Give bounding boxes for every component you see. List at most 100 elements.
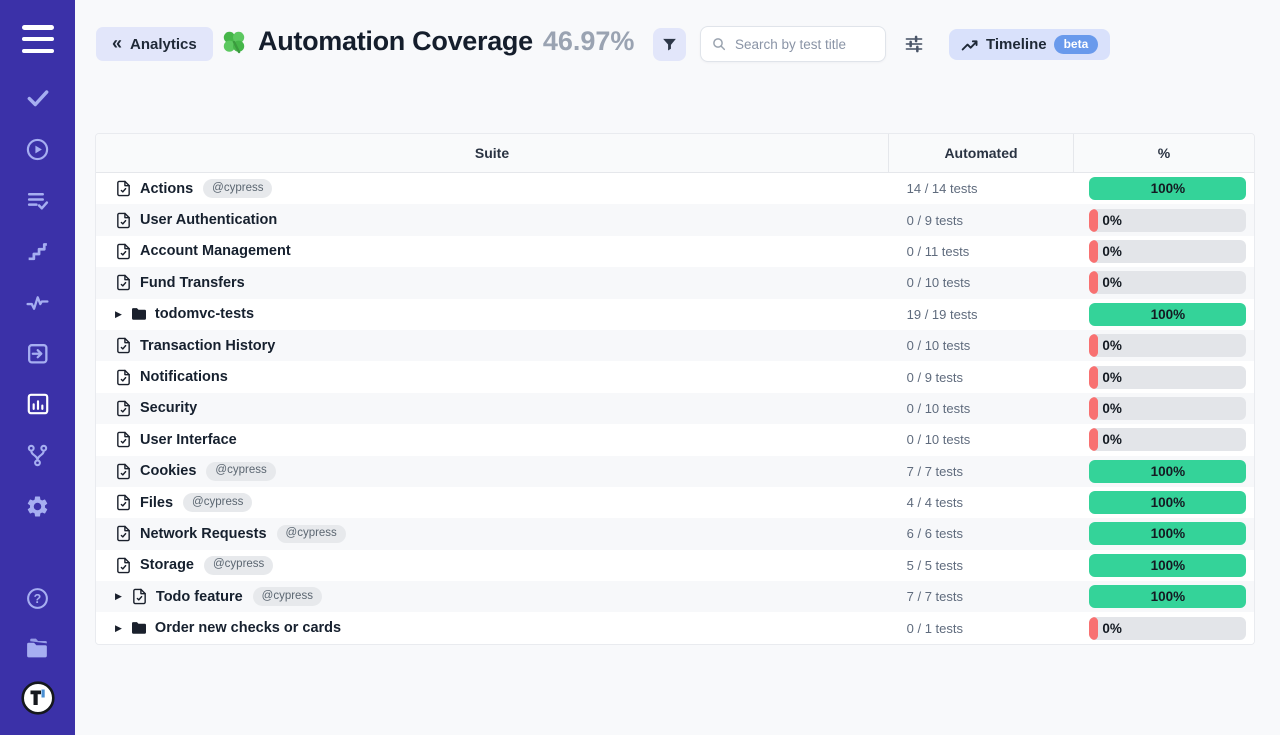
automated-cell: 0 / 10 tests <box>888 393 1073 424</box>
automated-cell: 7 / 7 tests <box>888 456 1073 487</box>
analytics-bar-chart-icon[interactable] <box>25 391 51 417</box>
activity-pulse-icon[interactable] <box>25 289 50 315</box>
percent-cell: 100% <box>1072 487 1254 518</box>
plans-list-check-icon[interactable] <box>25 187 50 213</box>
table-row[interactable]: Fund Transfers 0 / 10 tests 0% <box>96 267 1254 298</box>
projects-folder-icon[interactable] <box>24 635 51 661</box>
table-row[interactable]: Security0 / 10 tests0% <box>96 393 1254 424</box>
automated-count: 0 / 1 tests <box>907 621 963 636</box>
table-row[interactable]: Files@cypress4 / 4 tests100% <box>96 487 1254 518</box>
percent-cell: 0% <box>1072 393 1254 424</box>
coverage-bar: 0% <box>1089 366 1246 389</box>
file-icon <box>115 243 132 260</box>
file-icon <box>115 557 132 574</box>
automated-count: 0 / 10 tests <box>907 401 971 416</box>
percent-cell: 0% <box>1072 424 1254 455</box>
automated-count: 0 / 9 tests <box>907 213 963 228</box>
coverage-bar: 100% <box>1089 303 1246 326</box>
percent-cell: 0% <box>1072 612 1254 643</box>
suite-cell: ▶Todo feature@cypress <box>96 581 888 612</box>
automated-cell: 19 / 19 tests <box>888 299 1073 330</box>
table-body: Actions@cypress14 / 14 tests100%User Aut… <box>96 173 1254 644</box>
coverage-percent: 0% <box>1102 338 1122 353</box>
automated-cell: 0 / 10 tests <box>888 330 1073 361</box>
suite-name: Cookies <box>140 463 196 479</box>
table-row[interactable]: User Authentication 0 / 9 tests 0% <box>96 204 1254 235</box>
import-icon[interactable] <box>25 340 50 366</box>
suite-cell: ▶Order new checks or cards <box>96 612 888 643</box>
suite-name: Storage <box>140 557 194 573</box>
table-row[interactable]: Network Requests@cypress6 / 6 tests100% <box>96 518 1254 549</box>
expand-caret-icon[interactable]: ▶ <box>115 310 122 319</box>
table-row[interactable]: Notifications0 / 9 tests0% <box>96 361 1254 392</box>
sliders-button[interactable] <box>903 33 925 55</box>
coverage-bar: 0% <box>1089 240 1246 263</box>
table-row[interactable]: ▶Todo feature@cypress7 / 7 tests100% <box>96 581 1254 612</box>
coverage-percent: 100% <box>1151 464 1186 479</box>
coverage-percent: 0% <box>1102 275 1122 290</box>
automated-count: 19 / 19 tests <box>907 307 978 322</box>
coverage-bar: 100% <box>1089 585 1246 608</box>
analytics-back-button[interactable]: « Analytics <box>96 27 213 61</box>
search-input[interactable] <box>735 37 875 52</box>
coverage-bar: 100% <box>1089 554 1246 577</box>
suite-name: Network Requests <box>140 526 267 542</box>
expand-caret-icon[interactable]: ▶ <box>115 624 122 633</box>
timeline-button[interactable]: Timeline beta <box>949 29 1110 60</box>
table-row[interactable]: ▶todomvc-tests19 / 19 tests100% <box>96 299 1254 330</box>
expand-caret-icon[interactable]: ▶ <box>115 592 122 601</box>
suite-tag: @cypress <box>183 493 252 512</box>
table-row[interactable]: Account Management0 / 11 tests0% <box>96 236 1254 267</box>
runs-play-icon[interactable] <box>25 136 50 162</box>
coverage-bar: 0% <box>1089 397 1246 420</box>
file-icon <box>131 588 148 605</box>
sidebar-nav <box>0 85 75 544</box>
coverage-bar-fill <box>1089 428 1098 451</box>
suite-cell: User Interface <box>96 424 888 455</box>
coverage-percent-total: 46.97% <box>543 26 635 57</box>
suite-tag: @cypress <box>253 587 322 606</box>
file-icon <box>115 494 132 511</box>
help-icon[interactable]: ? <box>25 585 50 611</box>
menu-icon[interactable] <box>22 25 54 53</box>
sliders-icon <box>904 34 924 54</box>
testomat-logo[interactable] <box>20 685 56 711</box>
table-row[interactable]: Storage@cypress5 / 5 tests100% <box>96 550 1254 581</box>
table-row[interactable]: Transaction History0 / 10 tests 0% <box>96 330 1254 361</box>
file-icon <box>115 337 132 354</box>
settings-gear-icon[interactable] <box>25 493 50 519</box>
timeline-label: Timeline <box>986 36 1047 53</box>
coverage-bar: 0% <box>1089 209 1246 232</box>
table-row[interactable]: User Interface0 / 10 tests0% <box>96 424 1254 455</box>
suite-cell: User Authentication <box>96 204 888 235</box>
automated-cell: 4 / 4 tests <box>888 487 1073 518</box>
coverage-percent: 0% <box>1102 401 1122 416</box>
coverage-percent: 0% <box>1102 370 1122 385</box>
automated-cell: 0 / 10 tests <box>888 267 1073 298</box>
coverage-bar: 100% <box>1089 491 1246 514</box>
file-icon <box>115 274 132 291</box>
suite-cell: Network Requests@cypress <box>96 518 888 549</box>
percent-cell: 100% <box>1072 299 1254 330</box>
steps-icon[interactable] <box>25 238 50 264</box>
suite-name: Fund Transfers <box>140 275 245 291</box>
app-window: ? « Analytics Automation Coverage 46.97% <box>0 0 1280 735</box>
analytics-back-label: Analytics <box>130 36 197 53</box>
table-row[interactable]: Cookies @cypress 7 / 7 tests 100% <box>96 456 1254 487</box>
coverage-bar: 0% <box>1089 334 1246 357</box>
coverage-bar-fill <box>1089 617 1098 640</box>
tests-check-icon[interactable] <box>25 85 51 111</box>
coverage-bar-fill <box>1089 334 1098 357</box>
git-branch-icon[interactable] <box>25 442 50 468</box>
clover-icon <box>220 28 248 56</box>
table-row[interactable]: Actions@cypress14 / 14 tests100% <box>96 173 1254 204</box>
folder-icon <box>131 621 147 635</box>
suite-cell: Transaction History <box>96 330 888 361</box>
table-row[interactable]: ▶Order new checks or cards 0 / 1 tests 0% <box>96 612 1254 643</box>
suite-tag: @cypress <box>206 462 275 481</box>
coverage-bar-fill <box>1089 209 1098 232</box>
percent-cell: 100% <box>1072 456 1254 487</box>
coverage-bar: 100% <box>1089 522 1246 545</box>
file-icon <box>115 463 132 480</box>
filter-button[interactable] <box>653 28 686 61</box>
